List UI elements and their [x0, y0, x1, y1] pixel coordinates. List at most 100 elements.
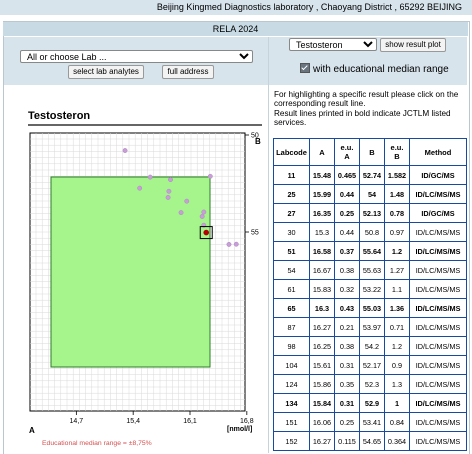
result-cell-method: ID/LC/MS/MS — [409, 412, 467, 432]
result-cell-b: 53.97 — [359, 317, 385, 337]
result-cell-eu-a: 0.25 — [334, 412, 360, 432]
result-cell-labcode: 104 — [273, 355, 310, 375]
x-axis-corner-label: A — [29, 426, 35, 435]
data-point — [233, 241, 239, 247]
result-cell-eu-b: 1.3 — [384, 374, 410, 394]
data-point — [168, 177, 173, 183]
result-cell-method: ID/LC/MS/MS — [409, 184, 467, 204]
header-eu-b-bottom: B — [394, 152, 400, 161]
result-cell-method: ID/LC/MS/MS — [409, 260, 467, 280]
result-cell-a: 15.84 — [309, 393, 335, 413]
result-cell-labcode: 61 — [273, 279, 310, 299]
result-row[interactable]: 98 16.25 0.38 54.2 1.2 ID/LC/MS/MS — [273, 336, 467, 356]
result-row[interactable]: 51 16.58 0.37 55.64 1.2 ID/LC/MS/MS — [273, 241, 467, 261]
header-eu-a-top: e.u. — [340, 143, 354, 152]
result-cell-eu-b: 1.48 — [384, 184, 410, 204]
x-tick-label: 14,7 — [70, 418, 84, 425]
result-row[interactable]: 27 16.35 0.25 52.13 0.78 ID/GC/MS — [273, 203, 467, 223]
result-cell-labcode: 124 — [273, 374, 310, 394]
data-point — [201, 209, 207, 215]
results-table: Labcode A e.u. A B e.u. B Method 11 15.48 0.… — [273, 138, 467, 451]
result-cell-b: 52.3 — [359, 374, 385, 394]
result-row[interactable]: 65 16.3 0.43 55.03 1.36 ID/LC/MS/MS — [273, 298, 467, 318]
result-cell-method: ID/LC/MS/MS — [409, 222, 467, 242]
show-result-plot-button[interactable]: show result plot — [380, 38, 446, 52]
result-cell-a: 15.83 — [309, 279, 335, 299]
result-cell-b: 55.64 — [359, 241, 385, 261]
result-cell-eu-b: 1 — [384, 393, 410, 413]
result-cell-eu-b: 0.78 — [384, 203, 410, 223]
result-cell-eu-a: 0.44 — [334, 184, 360, 204]
result-cell-method: ID/LC/MS/MS — [409, 393, 467, 413]
result-row[interactable]: 11 15.48 0.465 52.74 1.582 ID/GC/MS — [273, 165, 467, 185]
result-cell-a: 15.48 — [309, 165, 335, 185]
results-header-row: Labcode A e.u. A B e.u. B Method — [273, 138, 467, 166]
result-cell-eu-a: 0.35 — [334, 374, 360, 394]
result-cell-eu-a: 0.43 — [334, 298, 360, 318]
y-axis: 5550 — [245, 133, 259, 237]
result-cell-eu-b: 1.582 — [384, 165, 410, 185]
header-a: A — [309, 138, 335, 166]
instruction-bold: Result lines printed in bold indicate JC… — [274, 108, 451, 128]
result-row[interactable]: 151 16.06 0.25 53.41 0.84 ID/LC/MS/MS — [273, 412, 467, 432]
header-eu-b-top: e.u. — [390, 143, 404, 152]
result-cell-method: ID/GC/MS — [409, 203, 467, 223]
median-range-rect — [50, 176, 211, 368]
result-cell-a: 16.27 — [309, 431, 335, 451]
data-point — [147, 174, 153, 180]
x-tick-label: 15,4 — [126, 418, 140, 425]
data-point — [184, 198, 190, 204]
result-cell-a: 16.67 — [309, 260, 335, 280]
data-point — [137, 185, 143, 191]
panel-divider — [268, 37, 269, 453]
result-cell-eu-a: 0.44 — [334, 222, 360, 242]
median-range-toggle[interactable]: with educational median range — [300, 63, 449, 76]
x-axis: 14,715,416,116,817,5 — [70, 411, 254, 425]
result-row[interactable]: 124 15.86 0.35 52.3 1.3 ID/LC/MS/MS — [273, 374, 467, 394]
result-cell-eu-b: 1.2 — [384, 241, 410, 261]
header-eu-a: e.u. A — [334, 138, 360, 166]
result-cell-method: ID/GC/MS — [409, 165, 467, 185]
result-row[interactable]: 152 16.27 0.115 54.65 0.364 ID/LC/MS/MS — [273, 431, 467, 451]
result-cell-eu-a: 0.38 — [334, 260, 360, 280]
result-row[interactable]: 134 15.84 0.31 52.9 1 ID/LC/MS/MS — [273, 393, 467, 413]
result-cell-b: 54.65 — [359, 431, 385, 451]
result-cell-labcode: 134 — [273, 393, 310, 413]
data-point — [178, 210, 184, 216]
result-cell-labcode: 25 — [273, 184, 310, 204]
median-range-checkbox[interactable] — [300, 63, 310, 73]
result-cell-eu-b: 1.1 — [384, 279, 410, 299]
result-cell-method: ID/LC/MS/MS — [409, 336, 467, 356]
youden-plot: 14,715,416,116,817,5 5550 B A [nmol/l] E… — [29, 132, 261, 447]
result-cell-eu-a: 0.31 — [334, 355, 360, 375]
result-row[interactable]: 87 16.27 0.21 53.97 0.71 ID/LC/MS/MS — [273, 317, 467, 337]
result-cell-eu-a: 0.38 — [334, 336, 360, 356]
result-cell-eu-b: 0.364 — [384, 431, 410, 451]
analyte-select[interactable]: Testosteron — [289, 38, 377, 51]
result-row[interactable]: 104 15.61 0.31 52.17 0.9 ID/LC/MS/MS — [273, 355, 467, 375]
result-row[interactable]: 30 15.3 0.44 50.8 0.97 ID/LC/MS/MS — [273, 222, 467, 242]
result-row[interactable]: 54 16.67 0.38 55.63 1.27 ID/LC/MS/MS — [273, 260, 467, 280]
result-cell-b: 55.03 — [359, 298, 385, 318]
result-cell-a: 16.35 — [309, 203, 335, 223]
result-cell-method: ID/LC/MS/MS — [409, 298, 467, 318]
result-cell-eu-a: 0.31 — [334, 393, 360, 413]
data-point — [165, 195, 171, 200]
data-point — [166, 188, 172, 194]
result-cell-eu-b: 0.71 — [384, 317, 410, 337]
result-cell-b: 55.63 — [359, 260, 385, 280]
result-row[interactable]: 25 15.99 0.44 54 1.48 ID/LC/MS/MS — [273, 184, 467, 204]
instructions: For highlighting a specific result pleas… — [274, 90, 464, 128]
result-row[interactable]: 61 15.83 0.32 53.22 1.1 ID/LC/MS/MS — [273, 279, 467, 299]
result-cell-eu-a: 0.465 — [334, 165, 360, 185]
result-cell-b: 53.22 — [359, 279, 385, 299]
header-b: B — [359, 138, 385, 166]
header-eu-b: e.u. B — [384, 138, 410, 166]
data-point — [226, 241, 232, 247]
x-tick-label: 16,1 — [183, 418, 197, 425]
result-cell-eu-b: 0.97 — [384, 222, 410, 242]
result-cell-b: 52.74 — [359, 165, 385, 185]
result-cell-eu-b: 1.2 — [384, 336, 410, 356]
result-cell-a: 16.3 — [309, 298, 335, 318]
result-cell-labcode: 151 — [273, 412, 310, 432]
